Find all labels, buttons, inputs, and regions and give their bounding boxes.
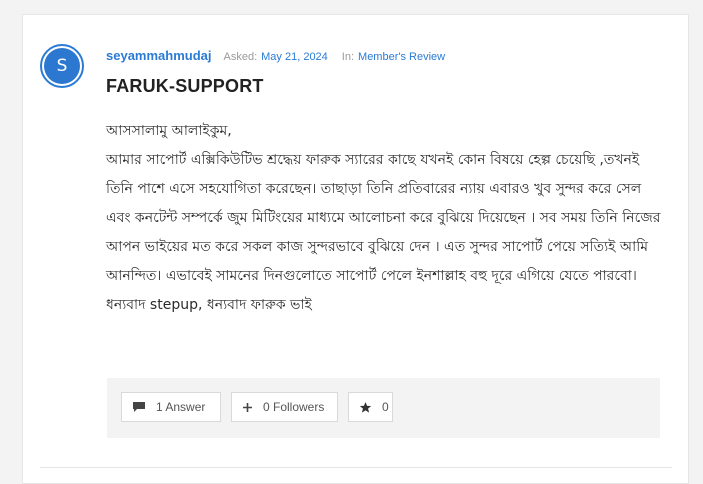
answers-label: 1 Answer bbox=[156, 400, 206, 414]
avatar[interactable]: S bbox=[40, 44, 84, 88]
star-icon bbox=[359, 401, 372, 414]
asked-date[interactable]: May 21, 2024 bbox=[261, 51, 328, 63]
question-title[interactable]: FARUK-SUPPORT bbox=[106, 76, 264, 97]
question-card: S seyammahmudaj Asked: May 21, 2024 In: … bbox=[22, 14, 689, 484]
avatar-letter: S bbox=[44, 48, 80, 84]
question-content: আসসালামু আলাইকুম, আমার সাপোর্ট এক্সিকিউট… bbox=[106, 117, 666, 320]
follow-button[interactable]: 0 Followers bbox=[231, 392, 338, 422]
question-meta: seyammahmudaj Asked: May 21, 2024 In: Me… bbox=[106, 48, 459, 63]
answers-button[interactable]: 1 Answer bbox=[121, 392, 221, 422]
question-actions: 1 Answer 0 Followers 0 bbox=[107, 378, 660, 438]
comment-icon bbox=[132, 401, 146, 413]
followers-label: 0 Followers bbox=[263, 400, 325, 414]
category-link[interactable]: Member's Review bbox=[358, 51, 445, 63]
content-body: আমার সাপোর্ট এক্সিকিউটিভ শ্রদ্ধেয় ফারুক… bbox=[106, 152, 661, 313]
favorite-button[interactable]: 0 bbox=[348, 392, 393, 422]
divider bbox=[40, 467, 672, 468]
username-link[interactable]: seyammahmudaj bbox=[106, 48, 212, 63]
plus-icon bbox=[242, 402, 253, 413]
greeting-line: আসসালামু আলাইকুম, bbox=[106, 123, 232, 139]
asked-label: Asked: bbox=[223, 51, 258, 63]
in-label: In: bbox=[341, 51, 355, 63]
favorite-count: 0 bbox=[382, 400, 389, 414]
